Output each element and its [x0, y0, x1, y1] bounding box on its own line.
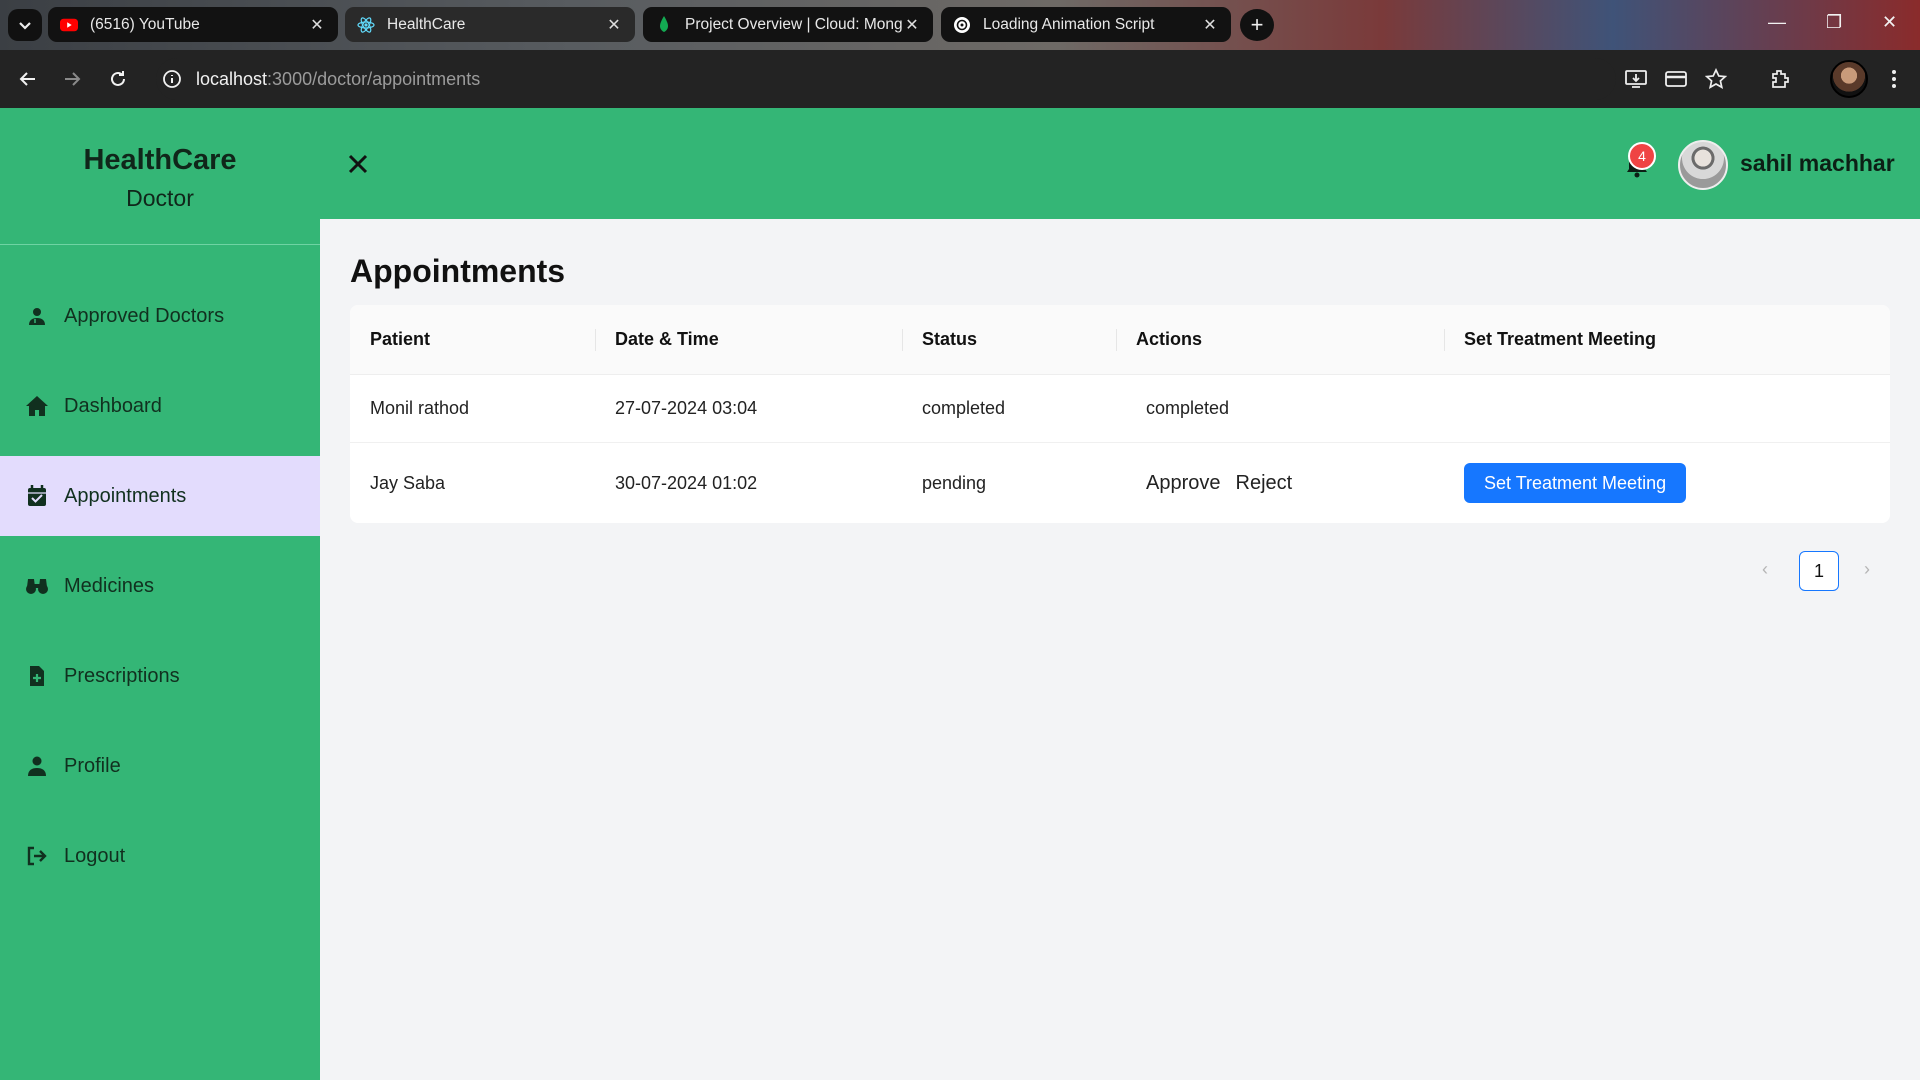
- main-content: Appointments Patient Date & Time Status …: [320, 219, 1920, 1080]
- brand: HealthCare Doctor: [0, 144, 320, 212]
- column-header-status: Status: [902, 305, 1116, 374]
- install-app-icon[interactable]: [1622, 65, 1650, 93]
- cell-datetime: 30-07-2024 01:02: [615, 472, 758, 493]
- sidebar-item-approved-doctors[interactable]: Approved Doctors: [0, 276, 320, 356]
- brand-title: HealthCare: [83, 144, 237, 176]
- sidebar-item-label: Profile: [64, 754, 121, 777]
- table-row: Jay Saba 30-07-2024 01:02 pending Approv…: [350, 443, 1890, 523]
- tab-close-icon[interactable]: ✕: [308, 15, 326, 35]
- browser-tab-youtube[interactable]: (6516) YouTube ✕: [48, 7, 338, 42]
- sidebar-item-label: Approved Doctors: [64, 304, 225, 327]
- cell-patient: Monil rathod: [370, 398, 470, 418]
- arrow-left-icon: [19, 72, 35, 86]
- sidebar-divider: [0, 244, 320, 245]
- chevron-left-icon[interactable]: ‹: [1762, 559, 1768, 580]
- approve-button[interactable]: Approve: [1146, 472, 1221, 494]
- browser-profile-avatar[interactable]: [1830, 60, 1868, 98]
- url-path: :3000/doctor/appointments: [267, 69, 481, 89]
- tab-close-icon[interactable]: ✕: [605, 15, 623, 35]
- sidebar-item-appointments[interactable]: Appointments: [0, 456, 320, 536]
- file-medical-icon: [24, 663, 50, 689]
- new-tab-button[interactable]: +: [1240, 9, 1274, 41]
- close-sidebar-icon[interactable]: [346, 152, 370, 176]
- chevron-down-icon: [19, 22, 31, 30]
- url-host: localhost: [196, 69, 268, 89]
- binoculars-icon: [24, 573, 50, 599]
- sidebar-item-label: Prescriptions: [64, 664, 180, 687]
- sidebar-item-logout[interactable]: Logout: [0, 816, 320, 896]
- sidebar-item-label: Appointments: [64, 484, 187, 507]
- avatar[interactable]: [1678, 140, 1728, 190]
- sidebar-item-medicines[interactable]: Medicines: [0, 546, 320, 626]
- react-icon: [357, 16, 375, 34]
- cell-actions-completed: completed: [1146, 398, 1230, 418]
- pagination-page-1[interactable]: 1: [1799, 551, 1839, 591]
- calendar-check-icon: [24, 483, 50, 509]
- forward-button[interactable]: [58, 65, 86, 93]
- tab-close-icon[interactable]: ✕: [1201, 15, 1219, 35]
- card-icon[interactable]: [1662, 65, 1690, 93]
- set-treatment-meeting-button[interactable]: Set Treatment Meeting: [1464, 463, 1687, 503]
- tab-title: Loading Animation Script: [983, 15, 1155, 33]
- user-name[interactable]: sahil machhar: [1740, 150, 1895, 177]
- sidebar-item-label: Medicines: [64, 574, 155, 597]
- reload-button[interactable]: [104, 65, 132, 93]
- reload-icon: [111, 71, 125, 86]
- restore-icon[interactable]: ❐: [1826, 12, 1842, 33]
- cell-status: pending: [922, 472, 987, 493]
- sidebar-item-dashboard[interactable]: Dashboard: [0, 366, 320, 446]
- table-row: Monil rathod 27-07-2024 03:04 completed …: [350, 375, 1890, 443]
- sidebar: HealthCare Doctor Approved Doctors Dashb…: [0, 108, 320, 1080]
- app-root: HealthCare Doctor Approved Doctors Dashb…: [0, 108, 1920, 1080]
- url-text[interactable]: localhost:3000/doctor/appointments: [196, 69, 480, 90]
- brand-subtitle: Doctor: [126, 185, 194, 211]
- sidebar-item-label: Dashboard: [64, 394, 162, 417]
- sidebar-item-label: Logout: [64, 844, 126, 867]
- cell-status: completed: [922, 398, 1006, 418]
- bookmark-star-icon[interactable]: [1702, 65, 1730, 93]
- browser-tab-mongodb[interactable]: Project Overview | Cloud: Mong ✕: [643, 7, 933, 42]
- extensions-icon[interactable]: [1766, 65, 1794, 93]
- appointments-table: Patient Date & Time Status Actions Set T…: [350, 305, 1890, 523]
- close-window-icon[interactable]: ✕: [1882, 12, 1897, 33]
- notification-badge: 4: [1628, 142, 1656, 170]
- mongodb-leaf-icon: [655, 15, 673, 34]
- user-icon: [24, 753, 50, 779]
- sidebar-item-profile[interactable]: Profile: [0, 726, 320, 806]
- tab-title: HealthCare: [387, 15, 466, 33]
- column-header-actions: Actions: [1116, 305, 1444, 374]
- logout-icon: [24, 843, 50, 869]
- page-title: Appointments: [350, 253, 566, 289]
- table-header: Patient Date & Time Status Actions Set T…: [350, 305, 1890, 375]
- chevron-right-icon[interactable]: ›: [1864, 559, 1870, 580]
- tab-close-icon[interactable]: ✕: [903, 15, 921, 35]
- top-header: 4 sahil machhar: [320, 108, 1920, 219]
- browser-toolbar: localhost:3000/doctor/appointments: [0, 50, 1920, 108]
- browser-tab-bar: (6516) YouTube ✕ HealthCare ✕ Project Ov…: [0, 0, 1920, 50]
- tab-title: (6516) YouTube: [90, 15, 200, 33]
- cell-patient: Jay Saba: [370, 472, 446, 493]
- cell-datetime: 27-07-2024 03:04: [615, 398, 758, 418]
- minimize-icon[interactable]: —: [1768, 12, 1786, 33]
- column-header-set-treatment-meeting: Set Treatment Meeting: [1444, 305, 1890, 374]
- openai-icon: [953, 16, 971, 34]
- sidebar-item-prescriptions[interactable]: Prescriptions: [0, 636, 320, 716]
- tab-title: Project Overview | Cloud: Mong: [685, 15, 903, 33]
- browser-tab-chatgpt[interactable]: Loading Animation Script ✕: [941, 7, 1231, 42]
- tab-search-dropdown[interactable]: [8, 9, 42, 41]
- reject-button[interactable]: Reject: [1236, 472, 1293, 494]
- user-doctor-icon: [24, 303, 50, 329]
- column-header-patient: Patient: [370, 329, 431, 349]
- more-options-icon[interactable]: [1880, 65, 1908, 93]
- back-button[interactable]: [14, 65, 42, 93]
- arrow-right-icon: [65, 72, 81, 86]
- column-header-datetime: Date & Time: [595, 305, 902, 374]
- browser-tab-healthcare[interactable]: HealthCare ✕: [345, 7, 635, 42]
- youtube-icon: [60, 16, 78, 34]
- home-icon: [24, 393, 50, 419]
- site-info-icon[interactable]: [158, 65, 186, 93]
